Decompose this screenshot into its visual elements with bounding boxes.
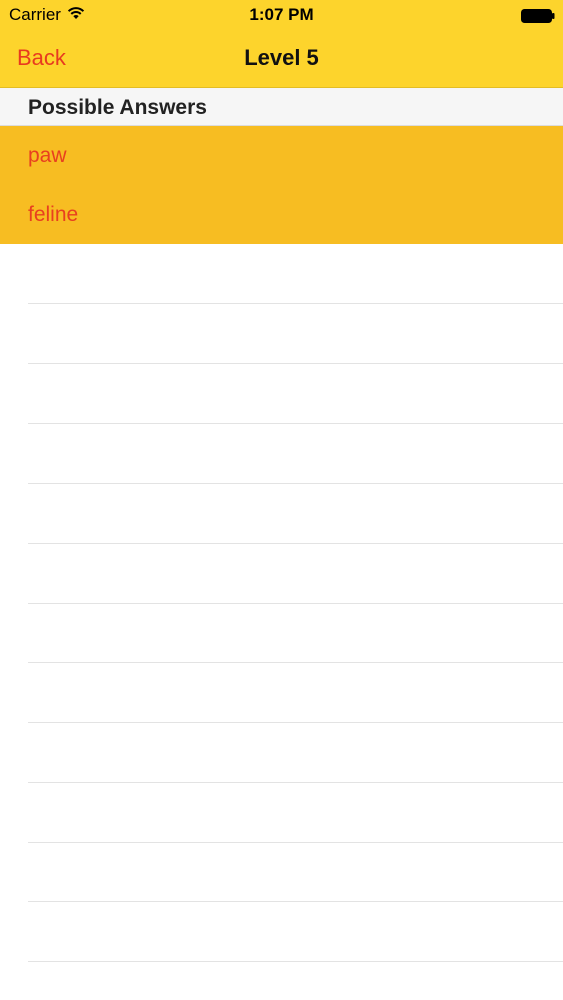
row-separator (28, 961, 563, 962)
row-separator (28, 842, 563, 843)
section-title: Possible Answers (28, 96, 207, 119)
empty-table-area (0, 244, 563, 1000)
status-bar: Carrier 1:07 PM (0, 0, 563, 30)
section-header: Possible Answers (0, 88, 563, 126)
answers-list: paw feline (0, 126, 563, 244)
answer-row[interactable]: feline (0, 185, 563, 244)
navigation-bar: Back Level 5 (0, 30, 563, 88)
row-separator (28, 543, 563, 544)
row-separator (28, 901, 563, 902)
answer-row[interactable]: paw (0, 126, 563, 185)
battery-icon (521, 8, 555, 23)
row-separator (28, 722, 563, 723)
row-separator (28, 782, 563, 783)
answer-label: paw (28, 144, 67, 167)
row-separator (28, 603, 563, 604)
nav-title: Level 5 (244, 45, 319, 70)
row-separator (28, 423, 563, 424)
row-separator (28, 363, 563, 364)
top-bar: Carrier 1:07 PM Back Level 5 (0, 0, 563, 88)
row-separator (28, 303, 563, 304)
status-time: 1:07 PM (249, 5, 314, 24)
answer-label: feline (28, 203, 79, 226)
row-separator (28, 662, 563, 663)
row-separator (28, 483, 563, 484)
